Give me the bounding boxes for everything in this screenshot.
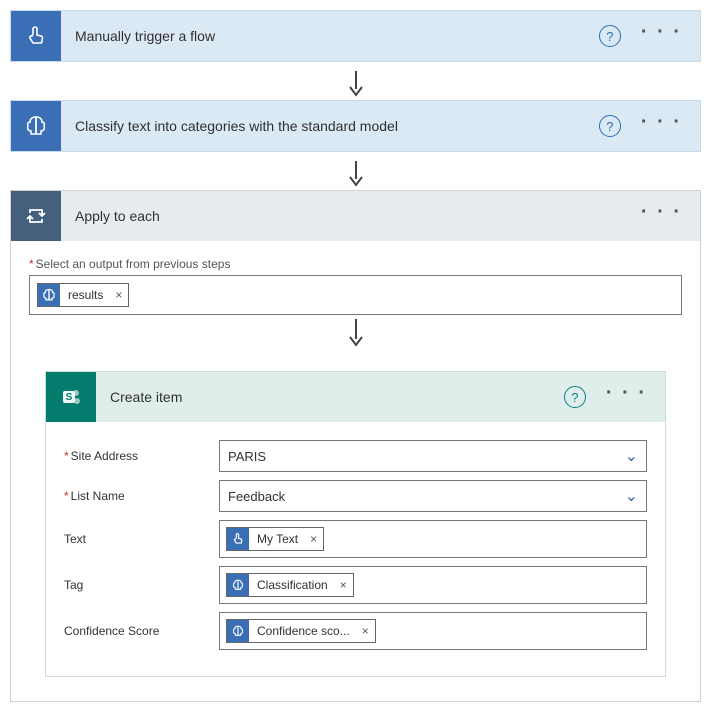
token-label: Confidence sco... bbox=[249, 624, 356, 638]
more-icon[interactable]: · · · bbox=[635, 111, 688, 134]
select-output-input[interactable]: results × bbox=[29, 275, 682, 315]
token-label: My Text bbox=[249, 532, 304, 546]
more-icon[interactable]: · · · bbox=[635, 21, 688, 44]
help-icon[interactable]: ? bbox=[599, 25, 621, 47]
more-icon[interactable]: · · · bbox=[600, 382, 653, 405]
connector-arrow bbox=[10, 158, 701, 190]
help-icon[interactable]: ? bbox=[599, 115, 621, 137]
list-name-value: Feedback bbox=[228, 489, 285, 504]
step-header: Classify text into categories with the s… bbox=[11, 101, 700, 151]
step-header[interactable]: S Create item ? · · · bbox=[46, 372, 665, 422]
step-title: Create item bbox=[96, 389, 564, 405]
row-text: Text My Text × bbox=[64, 520, 647, 558]
token-results[interactable]: results × bbox=[37, 283, 129, 307]
site-address-select[interactable]: PARIS ⌄ bbox=[219, 440, 647, 472]
token-label: Classification bbox=[249, 578, 334, 592]
token-confidence-score[interactable]: Confidence sco... × bbox=[226, 619, 376, 643]
remove-token-icon[interactable]: × bbox=[356, 624, 375, 638]
step-header[interactable]: Apply to each · · · bbox=[11, 191, 700, 241]
connector-arrow bbox=[10, 68, 701, 100]
more-icon[interactable]: · · · bbox=[635, 201, 688, 224]
remove-token-icon[interactable]: × bbox=[334, 578, 353, 592]
label-site-address: *Site Address bbox=[64, 449, 219, 463]
row-confidence: Confidence Score Confidence sco... × bbox=[64, 612, 647, 650]
tag-input[interactable]: Classification × bbox=[219, 566, 647, 604]
step-title: Classify text into categories with the s… bbox=[61, 118, 599, 134]
list-name-select[interactable]: Feedback ⌄ bbox=[219, 480, 647, 512]
apply-body: *Select an output from previous steps re… bbox=[11, 241, 700, 701]
step-trigger[interactable]: Manually trigger a flow ? · · · bbox=[10, 10, 701, 62]
label-confidence: Confidence Score bbox=[64, 624, 219, 638]
site-address-value: PARIS bbox=[228, 449, 266, 464]
connector-arrow bbox=[29, 315, 682, 351]
step-title: Manually trigger a flow bbox=[61, 28, 599, 44]
step-classify[interactable]: Classify text into categories with the s… bbox=[10, 100, 701, 152]
row-tag: Tag Classification × bbox=[64, 566, 647, 604]
confidence-input[interactable]: Confidence sco... × bbox=[219, 612, 647, 650]
create-item-form: *Site Address PARIS ⌄ *List Name Feedbac… bbox=[46, 422, 665, 676]
token-label: results bbox=[60, 288, 109, 302]
brain-icon bbox=[11, 101, 61, 151]
step-create-item: S Create item ? · · · *Site Address PARI… bbox=[45, 371, 666, 677]
row-list-name: *List Name Feedback ⌄ bbox=[64, 480, 647, 512]
row-site-address: *Site Address PARIS ⌄ bbox=[64, 440, 647, 472]
select-output-label: *Select an output from previous steps bbox=[29, 257, 682, 271]
help-icon[interactable]: ? bbox=[564, 386, 586, 408]
step-apply-to-each: Apply to each · · · *Select an output fr… bbox=[10, 190, 701, 702]
step-title: Apply to each bbox=[61, 208, 635, 224]
chevron-down-icon: ⌄ bbox=[625, 446, 638, 466]
loop-icon bbox=[11, 191, 61, 241]
remove-token-icon[interactable]: × bbox=[304, 532, 323, 546]
sharepoint-icon: S bbox=[46, 372, 96, 422]
chevron-down-icon: ⌄ bbox=[625, 486, 638, 506]
label-tag: Tag bbox=[64, 578, 219, 592]
text-input[interactable]: My Text × bbox=[219, 520, 647, 558]
touch-icon bbox=[11, 11, 61, 61]
svg-text:S: S bbox=[66, 392, 73, 403]
brain-icon bbox=[38, 284, 60, 306]
remove-token-icon[interactable]: × bbox=[109, 288, 128, 302]
touch-icon bbox=[227, 528, 249, 550]
label-text: Text bbox=[64, 532, 219, 546]
brain-icon bbox=[227, 620, 249, 642]
token-classification[interactable]: Classification × bbox=[226, 573, 354, 597]
step-header: Manually trigger a flow ? · · · bbox=[11, 11, 700, 61]
token-my-text[interactable]: My Text × bbox=[226, 527, 324, 551]
brain-icon bbox=[227, 574, 249, 596]
label-list-name: *List Name bbox=[64, 489, 219, 503]
